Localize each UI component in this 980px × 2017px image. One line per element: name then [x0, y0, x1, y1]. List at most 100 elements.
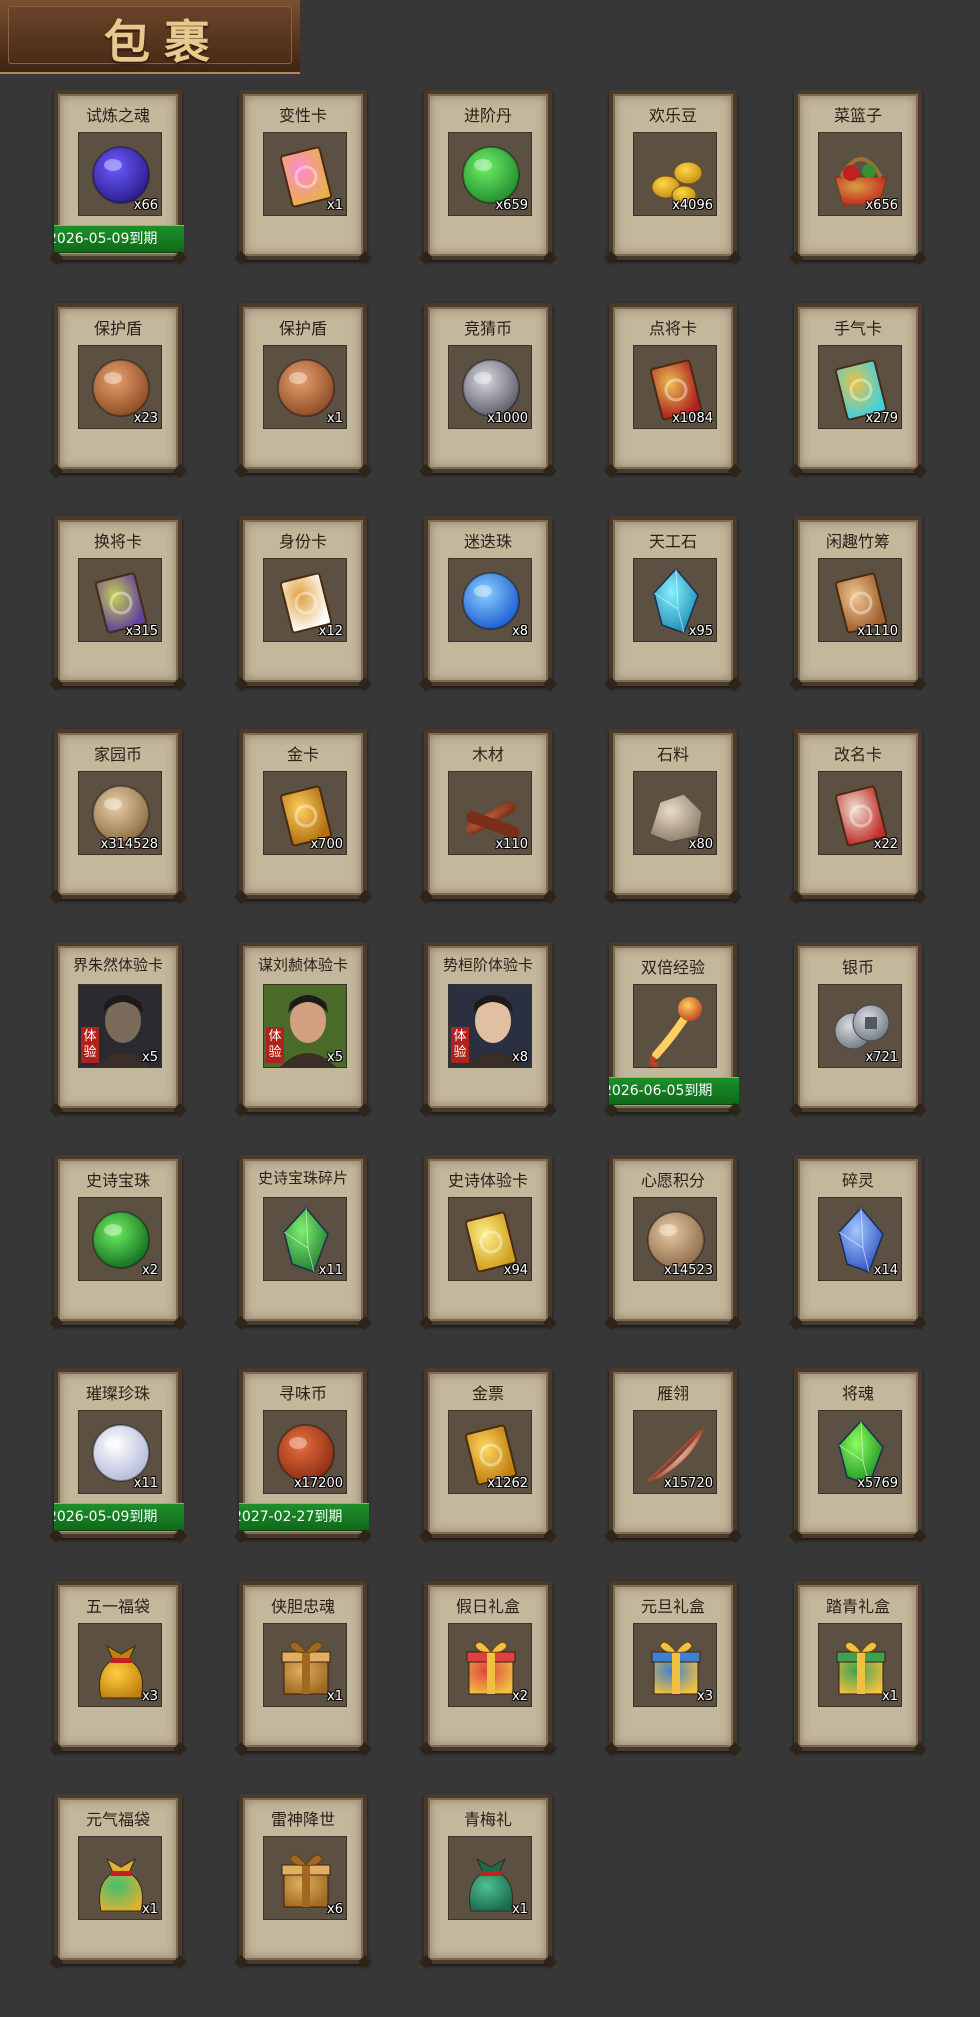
item-count: x11 — [133, 1476, 158, 1491]
item-count: x110 — [495, 837, 528, 852]
inventory-item[interactable]: 银币 x721 — [794, 942, 922, 1112]
item-name: 将魂 — [841, 1384, 874, 1403]
inventory-item[interactable]: 雁翎 x15720 — [609, 1368, 737, 1538]
inventory-item[interactable]: 木材 x110 — [424, 729, 552, 899]
inventory-item[interactable]: 变性卡 x1 — [239, 90, 367, 260]
item-count: x12 — [318, 624, 343, 639]
inventory-item[interactable]: 天工石 x95 — [609, 516, 737, 686]
item-name: 迷迭珠 — [463, 532, 512, 551]
item-name: 闲趣竹筹 — [825, 532, 890, 551]
item-count: x3 — [142, 1689, 158, 1704]
green-epic-orb-icon: x2 — [78, 1197, 162, 1281]
swap-general-card-icon: x315 — [78, 558, 162, 642]
inventory-item[interactable]: 金卡 x700 — [239, 729, 367, 899]
item-name: 变性卡 — [278, 106, 327, 125]
item-name: 侠胆忠魂 — [270, 1597, 335, 1616]
blue-crystal-shard-icon: x14 — [818, 1197, 902, 1281]
item-count: x314528 — [100, 837, 158, 852]
green-pill-icon: x659 — [448, 132, 532, 216]
item-count: x5 — [142, 1050, 158, 1065]
cyan-crystal-icon: x95 — [633, 558, 717, 642]
item-count: x17200 — [293, 1476, 343, 1491]
inventory-item[interactable]: 双倍经验 2026-06-05到期 — [609, 942, 739, 1112]
inventory-item[interactable]: 碎灵 x14 — [794, 1155, 922, 1325]
inventory-item[interactable]: 青梅礼 x1 — [424, 1794, 552, 1964]
item-count: x721 — [865, 1050, 898, 1065]
inventory-item[interactable]: 假日礼盒 x2 — [424, 1581, 552, 1751]
expiry-banner: 2026-05-09到期 — [54, 1503, 184, 1531]
golden-beans-icon: x4096 — [633, 132, 717, 216]
item-name: 雷神降世 — [270, 1810, 335, 1829]
trial-badge: 体验 — [81, 1027, 99, 1063]
inventory-item[interactable]: 元旦礼盒 x3 — [609, 1581, 737, 1751]
item-name: 碎灵 — [841, 1171, 874, 1190]
gold-card-icon: x700 — [263, 771, 347, 855]
inventory-item[interactable]: 侠胆忠魂 x1 — [239, 1581, 367, 1751]
expiry-banner: 2027-02-27到期 — [239, 1503, 369, 1531]
inventory-item[interactable]: 金票 x1262 — [424, 1368, 552, 1538]
item-count: x5769 — [857, 1476, 898, 1491]
inventory-item[interactable]: 石料 x80 — [609, 729, 737, 899]
inventory-item[interactable]: 竞猜币 x1000 — [424, 303, 552, 473]
hero-portrait-icon: 体验 x5 — [263, 984, 347, 1068]
anniversary-gift-box-icon: x1 — [263, 1623, 347, 1707]
item-count: x656 — [865, 198, 898, 213]
inventory-item[interactable]: 菜篮子 x656 — [794, 90, 922, 260]
inventory-item[interactable]: 璀璨珍珠 x11 2026-05-09到期 — [54, 1368, 184, 1538]
general-token-card-icon: x1084 — [633, 345, 717, 429]
inventory-item[interactable]: 换将卡 x315 — [54, 516, 182, 686]
inventory-item[interactable]: 势桓阶体验卡 体验 x8 — [424, 942, 552, 1112]
inventory-item[interactable]: 点将卡 x1084 — [609, 303, 737, 473]
item-name: 改名卡 — [833, 745, 882, 764]
inventory-item[interactable]: 将魂 x5769 — [794, 1368, 922, 1538]
inventory-item[interactable]: 欢乐豆 x4096 — [609, 90, 737, 260]
bronze-shield-icon: x1 — [263, 345, 347, 429]
page-title: 包裹 — [104, 15, 224, 69]
inventory-item[interactable]: 五一福袋 x3 — [54, 1581, 182, 1751]
inventory-item[interactable]: 寻味币 x17200 2027-02-27到期 — [239, 1368, 369, 1538]
inventory-item[interactable]: 界朱然体验卡 体验 x5 — [54, 942, 182, 1112]
item-name: 金卡 — [286, 745, 319, 764]
inventory-item[interactable]: 史诗体验卡 x94 — [424, 1155, 552, 1325]
inventory-item[interactable]: 谋刘赪体验卡 体验 x5 — [239, 942, 367, 1112]
inventory-item[interactable]: 身份卡 x12 — [239, 516, 367, 686]
inventory-item[interactable]: 闲趣竹筹 x1110 — [794, 516, 922, 686]
silver-coins-icon: x721 — [818, 984, 902, 1068]
item-name: 身份卡 — [278, 532, 327, 551]
inventory-item[interactable]: 保护盾 x1 — [239, 303, 367, 473]
green-lucky-bag-icon: x1 — [78, 1836, 162, 1920]
item-name: 五一福袋 — [85, 1597, 150, 1616]
item-name: 元气福袋 — [85, 1810, 150, 1829]
item-name: 青梅礼 — [463, 1810, 512, 1829]
item-count: x1 — [327, 198, 343, 213]
item-name: 势桓阶体验卡 — [442, 956, 533, 974]
inventory-item[interactable]: 家园币 x314528 — [54, 729, 182, 899]
item-count: x279 — [865, 411, 898, 426]
item-name: 心愿积分 — [640, 1171, 705, 1190]
inventory-grid: 试炼之魂 x66 2026-05-09到期 变性卡 x1 进阶丹 x659 欢乐豆 x4… — [0, 0, 980, 2017]
item-count: x23 — [133, 411, 158, 426]
silver-coin-icon: x1000 — [448, 345, 532, 429]
item-count: x3 — [697, 1689, 713, 1704]
inventory-item[interactable]: 元气福袋 x1 — [54, 1794, 182, 1964]
item-count: x1 — [142, 1902, 158, 1917]
inventory-item[interactable]: 手气卡 x279 — [794, 303, 922, 473]
inventory-item[interactable]: 改名卡 x22 — [794, 729, 922, 899]
inventory-item[interactable]: 心愿积分 x14523 — [609, 1155, 737, 1325]
item-count: x6 — [327, 1902, 343, 1917]
inventory-item[interactable]: 雷神降世 x6 — [239, 1794, 367, 1964]
inventory-item[interactable]: 迷迭珠 x8 — [424, 516, 552, 686]
inventory-item[interactable]: 踏青礼盒 x1 — [794, 1581, 922, 1751]
blue-flame-orb-icon: x8 — [448, 558, 532, 642]
teal-lucky-bag-icon: x1 — [448, 1836, 532, 1920]
inventory-item[interactable]: 史诗宝珠 x2 — [54, 1155, 182, 1325]
gold-ticket-icon: x1262 — [448, 1410, 532, 1494]
hero-portrait-icon: 体验 x8 — [448, 984, 532, 1068]
inventory-item[interactable]: 进阶丹 x659 — [424, 90, 552, 260]
inventory-item[interactable]: 保护盾 x23 — [54, 303, 182, 473]
inventory-item[interactable]: 试炼之魂 x66 2026-05-09到期 — [54, 90, 184, 260]
item-name: 竞猜币 — [463, 319, 512, 338]
inventory-item[interactable]: 史诗宝珠碎片 x11 — [239, 1155, 367, 1325]
mask-identity-card-icon: x12 — [263, 558, 347, 642]
gold-trial-card-icon: x94 — [448, 1197, 532, 1281]
